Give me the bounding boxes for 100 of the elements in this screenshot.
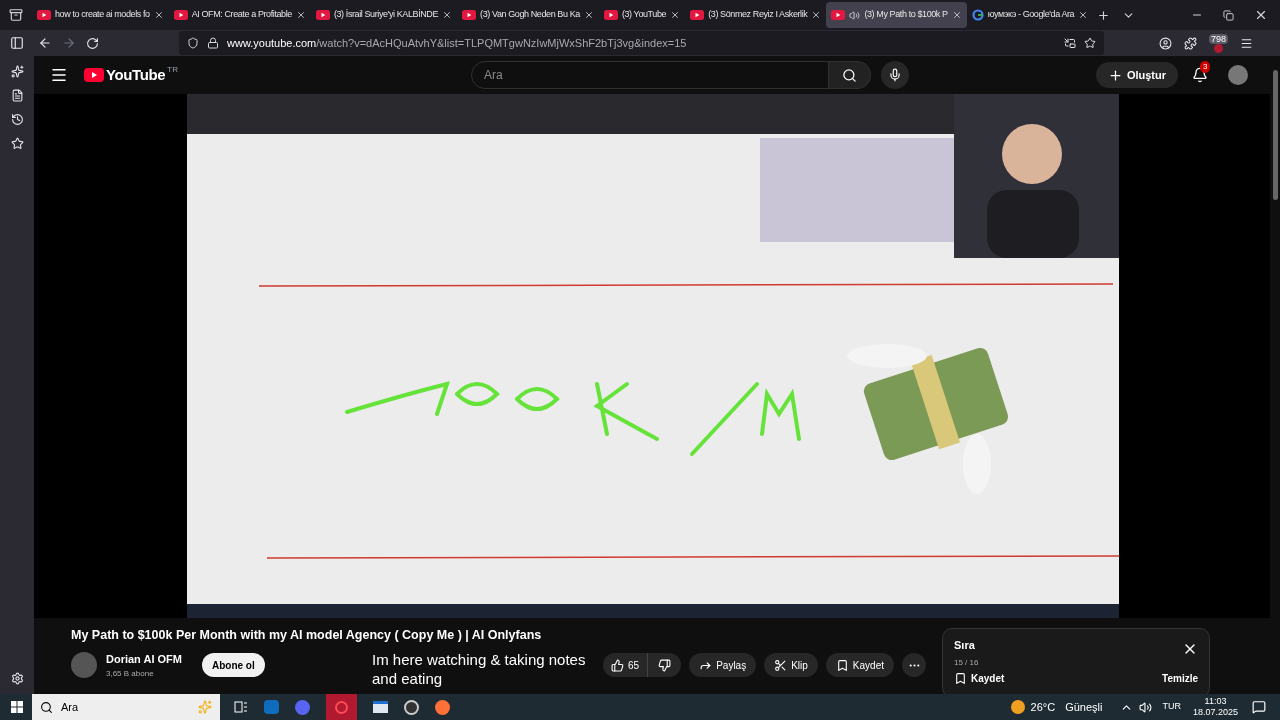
browser-tab[interactable]: юумэкэ - Google'da Ara (966, 2, 1094, 28)
plus-icon (1107, 67, 1123, 83)
menu-icon[interactable] (50, 66, 68, 84)
youtube-icon (37, 10, 51, 20)
forward-icon[interactable] (62, 36, 76, 50)
account-icon[interactable] (1159, 36, 1172, 50)
region-code: TR (167, 63, 178, 76)
clock-time[interactable]: 11:03 (1204, 696, 1227, 707)
tab-title: (3) YouTube (621, 8, 667, 22)
thumbs-down-icon (658, 658, 672, 672)
new-tab-icon[interactable] (1097, 8, 1111, 22)
browser-tab[interactable]: (3) İsrail Suriye'yi KALBİNDE (310, 2, 458, 28)
video-title: My Path to $100k Per Month with my AI model Agency ( Copy Me ) | AI Onlyfans (71, 628, 542, 643)
create-button[interactable]: Oluştur (1095, 62, 1178, 88)
logo-text[interactable]: YouTube (106, 63, 166, 87)
subscriber-count: 3,65 B abone (106, 667, 155, 680)
more-button[interactable] (902, 653, 926, 678)
subtitle-line: and eating (372, 669, 443, 688)
notification-center-icon[interactable] (1252, 700, 1266, 714)
channel-name[interactable]: Dorian AI OFM (106, 651, 182, 668)
weather-text[interactable]: Güneşli (1065, 698, 1103, 716)
search-button[interactable] (829, 61, 871, 89)
speaker-icon[interactable] (849, 9, 861, 21)
language-indicator[interactable]: TUR (1162, 700, 1181, 714)
play-logo-icon[interactable] (84, 68, 104, 82)
scrollbar[interactable] (1270, 56, 1280, 694)
volume-icon[interactable] (1139, 700, 1153, 714)
subtitle-line: Im here watching & taking notes (372, 650, 586, 669)
bookmark-icon (954, 671, 967, 685)
restore-icon[interactable] (1223, 9, 1234, 21)
tab-title: юумэкэ - Google'da Ara (987, 8, 1075, 22)
close-window-icon[interactable] (1254, 8, 1268, 22)
extension-badge: 798 (1209, 33, 1229, 44)
search-icon (40, 700, 53, 714)
bookmark-icon (835, 658, 849, 672)
tab-title: (3) Van Gogh Neden Bu Ka (480, 8, 580, 22)
share-button[interactable]: Paylaş (689, 653, 757, 678)
extensions-icon[interactable] (1184, 36, 1197, 50)
youtube-icon (603, 10, 618, 20)
search-icon (842, 67, 857, 83)
browser-tab[interactable]: (3) Sönmez Reyiz I Askerlik (685, 2, 827, 28)
star-icon[interactable] (1084, 37, 1096, 49)
save-button[interactable]: Kaydet (825, 653, 894, 678)
sidebar-toggle-icon[interactable] (10, 36, 24, 50)
close-icon[interactable] (153, 10, 164, 20)
address-bar[interactable]: www.youtube.com/watch?v=dAcHQuAtvhY&list=TLPQMTgwNzIwMjWxShF2bTj3vg&index=15 (179, 31, 1104, 55)
close-icon[interactable] (670, 10, 681, 20)
history-icon[interactable] (10, 113, 24, 126)
avatar[interactable] (1228, 65, 1248, 85)
youtube-icon (690, 10, 705, 20)
notifications-icon[interactable] (1192, 67, 1208, 83)
windows-icon[interactable] (11, 701, 23, 713)
tab-title: AI OFM: Create a Profitable (191, 8, 292, 22)
browser-tab[interactable]: (3) YouTube (598, 2, 686, 28)
tab-list-icon[interactable] (9, 8, 23, 22)
channel-avatar[interactable] (71, 652, 97, 679)
window-app-icon[interactable] (373, 701, 388, 713)
subscribe-button[interactable]: Abone ol (202, 653, 265, 678)
sparkle-icon (198, 700, 212, 714)
url-text: www.youtube.com/watch?v=dAcHQuAtvhY&list=TLPQMTgwNzIwMjWxShF2bTj3vg&index=15 (227, 35, 687, 51)
temperature[interactable]: 26°C (1030, 698, 1056, 716)
clear-button[interactable]: Temizle (1162, 670, 1198, 686)
browser-tab[interactable]: (3) Van Gogh Neden Bu Ka (457, 2, 599, 28)
tab-title: (3) Sönmez Reyiz I Askerlik (708, 8, 808, 22)
task-view-icon[interactable] (234, 701, 248, 713)
close-icon[interactable] (811, 10, 822, 20)
tab-title: (3) My Path to $100k P (864, 8, 948, 22)
youtube-icon (315, 10, 330, 20)
reload-icon[interactable] (86, 36, 99, 50)
microphone-icon (888, 68, 902, 82)
menu-icon[interactable] (1240, 36, 1254, 50)
document-icon[interactable] (10, 89, 24, 102)
tab-title: (3) İsrail Suriye'yi KALBİNDE (333, 8, 439, 22)
queue-title: Sıra (954, 638, 976, 653)
voice-search-button[interactable] (881, 61, 909, 89)
google-icon (971, 9, 984, 21)
clip-button[interactable]: Klip (764, 653, 818, 678)
sparkle-icon[interactable] (10, 65, 24, 78)
scissors-icon (774, 658, 788, 672)
clock-date[interactable]: 18.07.2025 (1192, 707, 1238, 718)
youtube-icon (173, 10, 188, 20)
notification-count: 3 (1200, 61, 1211, 73)
picture-in-picture-icon[interactable] (1064, 37, 1076, 49)
back-icon[interactable] (38, 36, 52, 50)
tab-title: how to create ai models fo (55, 8, 150, 22)
queue-position: 15 / 16 (954, 656, 979, 669)
browser-tab[interactable]: how to create ai models fo (32, 2, 169, 28)
close-icon[interactable] (1078, 10, 1089, 20)
taskbar-search[interactable]: Ara (32, 694, 220, 720)
browser-tab[interactable]: AI OFM: Create a Profitable (168, 2, 311, 28)
browser-tab[interactable]: (3) My Path to $100k P (826, 2, 967, 28)
settings-icon[interactable] (10, 672, 24, 685)
shield-icon (187, 37, 199, 49)
queue-save-button[interactable]: Kaydet (954, 670, 1005, 686)
youtube-icon (462, 10, 477, 20)
star-icon[interactable] (10, 137, 24, 150)
close-icon[interactable] (295, 10, 306, 20)
close-icon[interactable] (583, 10, 594, 20)
close-icon[interactable] (442, 10, 453, 20)
lock-icon (207, 37, 219, 49)
